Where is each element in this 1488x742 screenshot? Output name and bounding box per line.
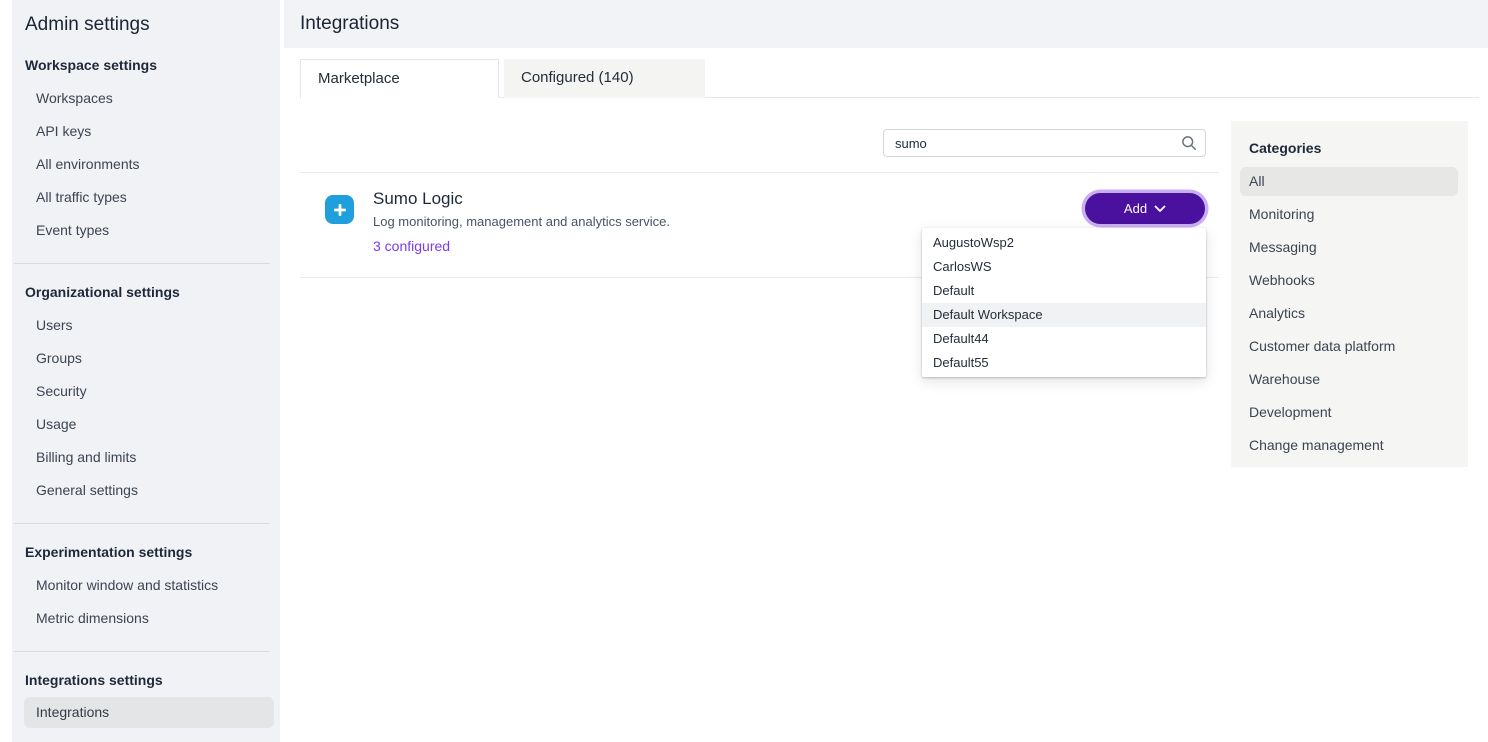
category-analytics[interactable]: Analytics — [1231, 297, 1468, 330]
sidebar-item-general-settings[interactable]: General settings — [12, 474, 280, 507]
dropdown-item-carlosws[interactable]: CarlosWS — [922, 255, 1206, 279]
dropdown-item-default[interactable]: Default — [922, 279, 1206, 303]
sidebar-item-integrations[interactable]: Integrations — [24, 697, 274, 728]
tab-marketplace[interactable]: Marketplace — [300, 59, 499, 98]
sidebar-item-usage[interactable]: Usage — [12, 408, 280, 441]
plus-icon — [332, 202, 348, 218]
sidebar-item-users[interactable]: Users — [12, 309, 280, 342]
sidebar-item-groups[interactable]: Groups — [12, 342, 280, 375]
category-all[interactable]: All — [1240, 167, 1458, 196]
category-monitoring[interactable]: Monitoring — [1231, 198, 1468, 231]
category-customer-data-platform[interactable]: Customer data platform — [1231, 330, 1468, 363]
category-change-management[interactable]: Change management — [1231, 429, 1468, 462]
chevron-down-icon — [1154, 205, 1166, 213]
sidebar-divider — [14, 651, 270, 652]
dropdown-item-default44[interactable]: Default44 — [922, 327, 1206, 351]
page-header-title: Integrations — [284, 0, 1488, 48]
sidebar-divider — [14, 523, 270, 524]
sidebar-item-security[interactable]: Security — [12, 375, 280, 408]
categories-panel: Categories All Monitoring Messaging Webh… — [1231, 121, 1468, 467]
sidebar-item-all-environments[interactable]: All environments — [12, 148, 280, 181]
configured-count-link[interactable]: 3 configured — [373, 238, 450, 254]
search-icon — [1180, 134, 1198, 152]
card-top-border — [300, 172, 1219, 173]
add-button-label: Add — [1124, 201, 1147, 216]
tab-configured[interactable]: Configured (140) — [504, 59, 705, 98]
sidebar-item-api-keys[interactable]: API keys — [12, 115, 280, 148]
integration-name: Sumo Logic — [373, 189, 463, 209]
sidebar-item-monitor-window-and-statistics[interactable]: Monitor window and statistics — [12, 569, 280, 602]
category-webhooks[interactable]: Webhooks — [1231, 264, 1468, 297]
workspace-dropdown: AugustoWsp2 CarlosWS Default Default Wor… — [922, 228, 1206, 377]
section-header-integrations-settings: Integrations settings — [25, 670, 280, 690]
section-header-workspace-settings: Workspace settings — [25, 55, 280, 75]
sidebar-item-event-types[interactable]: Event types — [12, 214, 280, 247]
sidebar-item-billing-and-limits[interactable]: Billing and limits — [12, 441, 280, 474]
section-header-experimentation-settings: Experimentation settings — [25, 542, 280, 562]
section-header-organizational-settings: Organizational settings — [25, 282, 280, 302]
dropdown-item-augustowsp2[interactable]: AugustoWsp2 — [922, 231, 1206, 255]
sidebar-item-metric-dimensions[interactable]: Metric dimensions — [12, 602, 280, 635]
add-button[interactable]: Add — [1085, 193, 1205, 224]
sidebar-item-all-traffic-types[interactable]: All traffic types — [12, 181, 280, 214]
search-box — [883, 129, 1206, 157]
admin-settings-title: Admin settings — [12, 0, 280, 37]
admin-sidebar: Admin settings Workspace settings Worksp… — [12, 0, 280, 742]
categories-title: Categories — [1231, 121, 1468, 158]
sidebar-divider — [14, 263, 270, 264]
category-messaging[interactable]: Messaging — [1231, 231, 1468, 264]
sidebar-item-workspaces[interactable]: Workspaces — [12, 82, 280, 115]
page-header: Integrations — [284, 0, 1488, 48]
dropdown-item-default-workspace[interactable]: Default Workspace — [922, 303, 1206, 327]
sumo-logic-logo — [325, 195, 354, 224]
search-input[interactable] — [883, 129, 1206, 157]
category-development[interactable]: Development — [1231, 396, 1468, 429]
integration-description: Log monitoring, management and analytics… — [373, 214, 670, 229]
category-warehouse[interactable]: Warehouse — [1231, 363, 1468, 396]
dropdown-item-default55[interactable]: Default55 — [922, 351, 1206, 375]
